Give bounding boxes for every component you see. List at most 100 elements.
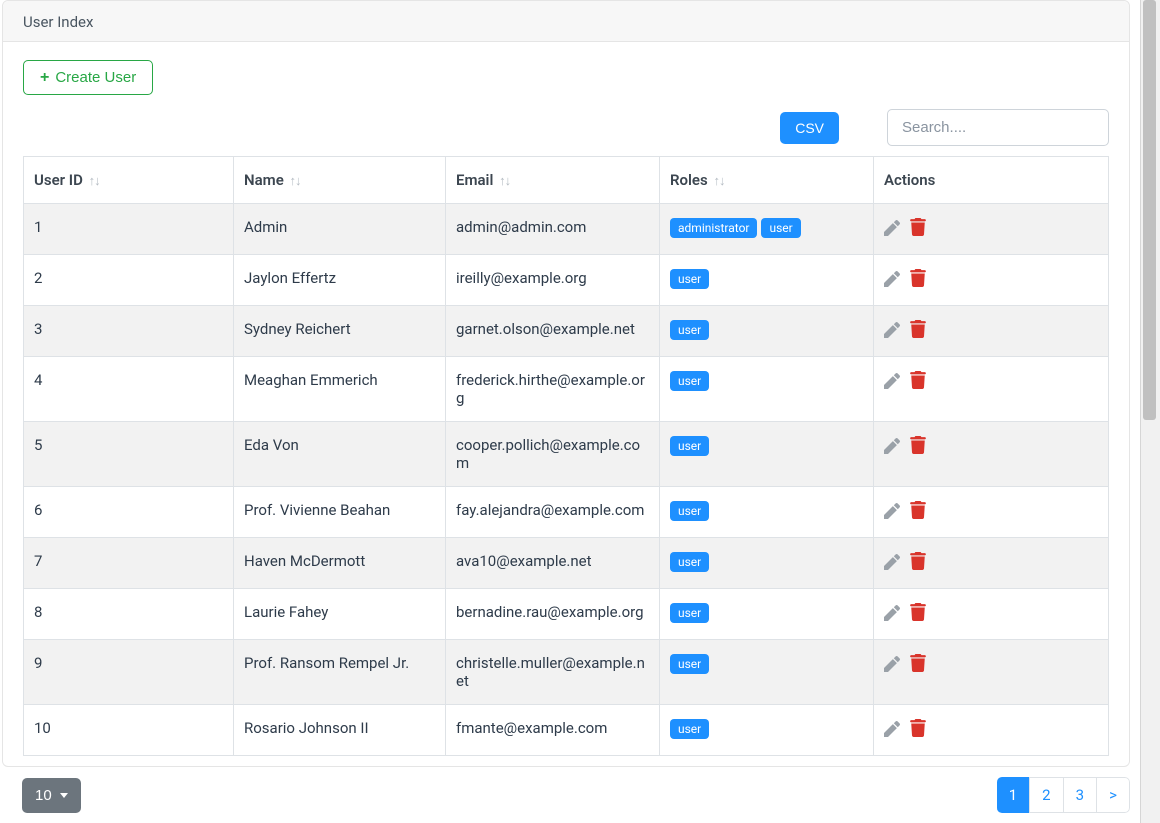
cell-name: Meaghan Emmerich bbox=[234, 357, 446, 422]
cell-name: Haven McDermott bbox=[234, 538, 446, 589]
table-row: 7Haven McDermottava10@example.net user bbox=[24, 538, 1109, 589]
edit-button[interactable] bbox=[884, 503, 900, 519]
trash-icon bbox=[910, 371, 926, 389]
cell-user-id: 10 bbox=[24, 705, 234, 756]
delete-button[interactable] bbox=[910, 269, 926, 287]
pagination: 123> bbox=[997, 777, 1130, 813]
edit-button[interactable] bbox=[884, 721, 900, 737]
delete-button[interactable] bbox=[910, 320, 926, 338]
cell-actions bbox=[874, 705, 1109, 756]
role-badge: user bbox=[670, 501, 709, 521]
table-row: 10Rosario Johnson IIfmante@example.com us… bbox=[24, 705, 1109, 756]
sort-arrows-icon: ↑↓ bbox=[89, 174, 100, 189]
delete-button[interactable] bbox=[910, 436, 926, 454]
cell-email: ava10@example.net bbox=[446, 538, 660, 589]
table-row: 8Laurie Faheybernadine.rau@example.orgus… bbox=[24, 589, 1109, 640]
cell-user-id: 2 bbox=[24, 255, 234, 306]
cell-roles: user bbox=[660, 255, 874, 306]
pencil-icon bbox=[884, 605, 900, 621]
card-header: User Index bbox=[3, 1, 1129, 42]
page-next[interactable]: > bbox=[1096, 777, 1130, 813]
cell-roles: user bbox=[660, 306, 874, 357]
page-size-dropdown[interactable]: 10 bbox=[22, 778, 81, 813]
edit-button[interactable] bbox=[884, 220, 900, 236]
trash-icon bbox=[910, 654, 926, 672]
delete-button[interactable] bbox=[910, 371, 926, 389]
sort-arrows-icon: ↑↓ bbox=[290, 174, 301, 189]
pencil-icon bbox=[884, 373, 900, 389]
role-badge: user bbox=[670, 436, 709, 456]
edit-button[interactable] bbox=[884, 322, 900, 338]
cell-name: Admin bbox=[234, 204, 446, 255]
role-badge: administrator bbox=[670, 218, 757, 238]
delete-button[interactable] bbox=[910, 719, 926, 737]
cell-name: Eda Von bbox=[234, 422, 446, 487]
delete-button[interactable] bbox=[910, 603, 926, 621]
page-3[interactable]: 3 bbox=[1063, 777, 1097, 813]
cell-name: Prof. Vivienne Beahan bbox=[234, 487, 446, 538]
column-header-actions: Actions bbox=[874, 157, 1109, 204]
sort-arrows-icon: ↑↓ bbox=[499, 174, 510, 189]
table-row: 9Prof. Ransom Rempel Jr.christelle.mulle… bbox=[24, 640, 1109, 705]
create-user-button[interactable]: + Create User bbox=[23, 60, 153, 95]
edit-button[interactable] bbox=[884, 656, 900, 672]
cell-user-id: 6 bbox=[24, 487, 234, 538]
cell-email: fmante@example.com bbox=[446, 705, 660, 756]
cell-name: Sydney Reichert bbox=[234, 306, 446, 357]
trash-icon bbox=[910, 269, 926, 287]
trash-icon bbox=[910, 552, 926, 570]
trash-icon bbox=[910, 719, 926, 737]
cell-actions bbox=[874, 589, 1109, 640]
plus-icon: + bbox=[40, 70, 49, 86]
delete-button[interactable] bbox=[910, 654, 926, 672]
cell-email: admin@admin.com bbox=[446, 204, 660, 255]
column-header-name[interactable]: Name ↑↓ bbox=[234, 157, 446, 204]
cell-roles: user bbox=[660, 487, 874, 538]
pencil-icon bbox=[884, 656, 900, 672]
delete-button[interactable] bbox=[910, 501, 926, 519]
user-index-card: User Index + Create User CSV bbox=[2, 0, 1130, 767]
export-csv-button[interactable]: CSV bbox=[780, 112, 839, 144]
page-1[interactable]: 1 bbox=[997, 777, 1030, 813]
cell-roles: administratoruser bbox=[660, 204, 874, 255]
cell-actions bbox=[874, 255, 1109, 306]
role-badge: user bbox=[670, 371, 709, 391]
edit-button[interactable] bbox=[884, 271, 900, 287]
role-badge: user bbox=[670, 269, 709, 289]
edit-button[interactable] bbox=[884, 438, 900, 454]
browser-scrollbar[interactable] bbox=[1140, 0, 1160, 823]
role-badge: user bbox=[670, 719, 709, 739]
role-badge: user bbox=[670, 552, 709, 572]
role-badge: user bbox=[670, 654, 709, 674]
page-2[interactable]: 2 bbox=[1029, 777, 1063, 813]
page-size-value: 10 bbox=[35, 787, 52, 804]
trash-icon bbox=[910, 320, 926, 338]
edit-button[interactable] bbox=[884, 605, 900, 621]
search-input[interactable] bbox=[887, 109, 1109, 146]
cell-user-id: 1 bbox=[24, 204, 234, 255]
cell-email: christelle.muller@example.net bbox=[446, 640, 660, 705]
cell-actions bbox=[874, 422, 1109, 487]
delete-button[interactable] bbox=[910, 552, 926, 570]
pencil-icon bbox=[884, 554, 900, 570]
pencil-icon bbox=[884, 220, 900, 236]
table-row: 2Jaylon Effertzireilly@example.orguser bbox=[24, 255, 1109, 306]
users-table: User ID ↑↓ Name ↑↓ Email ↑↓ Roles bbox=[23, 156, 1109, 756]
delete-button[interactable] bbox=[910, 218, 926, 236]
table-row: 4Meaghan Emmerichfrederick.hirthe@exampl… bbox=[24, 357, 1109, 422]
cell-user-id: 7 bbox=[24, 538, 234, 589]
cell-name: Jaylon Effertz bbox=[234, 255, 446, 306]
cell-roles: user bbox=[660, 422, 874, 487]
column-header-email[interactable]: Email ↑↓ bbox=[446, 157, 660, 204]
column-header-user-id[interactable]: User ID ↑↓ bbox=[24, 157, 234, 204]
edit-button[interactable] bbox=[884, 554, 900, 570]
cell-email: garnet.olson@example.net bbox=[446, 306, 660, 357]
column-header-roles[interactable]: Roles ↑↓ bbox=[660, 157, 874, 204]
cell-email: frederick.hirthe@example.org bbox=[446, 357, 660, 422]
role-badge: user bbox=[761, 218, 800, 238]
table-row: 6Prof. Vivienne Beahanfay.alejandra@exam… bbox=[24, 487, 1109, 538]
cell-actions bbox=[874, 357, 1109, 422]
edit-button[interactable] bbox=[884, 373, 900, 389]
cell-name: Rosario Johnson II bbox=[234, 705, 446, 756]
create-user-label: Create User bbox=[55, 69, 136, 86]
